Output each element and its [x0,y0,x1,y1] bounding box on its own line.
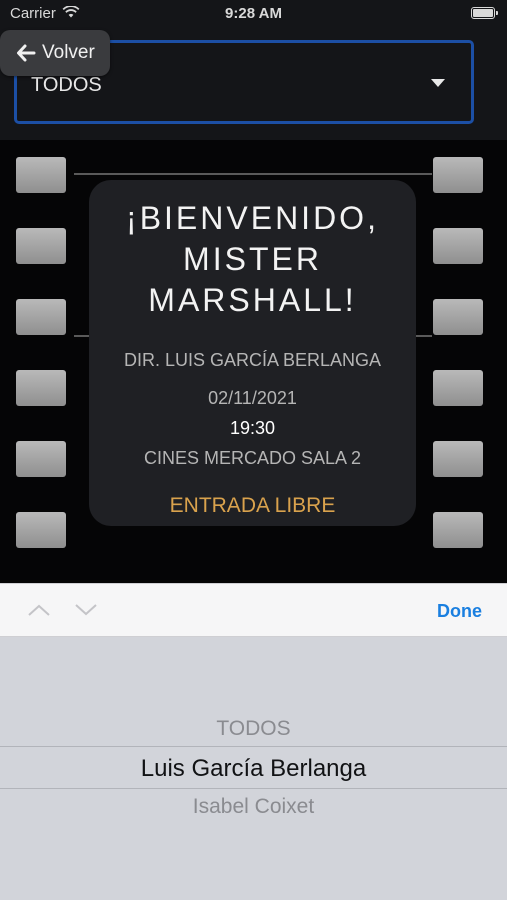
film-perforation [433,441,483,477]
event-time: 19:30 [229,418,276,438]
film-perforation [433,228,483,264]
film-perforation [433,512,483,548]
picker-option-selected[interactable]: Luis García Berlanga [0,755,507,783]
film-perforation [16,441,66,477]
event-card[interactable]: ¡BIENVENIDO, MISTER MARSHALL! DIR. LUIS … [89,180,416,526]
film-perforation [16,370,66,406]
film-perforation [16,299,66,335]
picker-toolbar: Done [0,583,507,637]
event-title-line: MARSHALL! [148,282,357,318]
event-venue: CINES MERCADO SALA 2 [143,448,362,468]
caret-down-icon [431,79,445,87]
event-date: 02/11/2021 [208,388,297,408]
status-bar: Carrier 9:28 AM [0,0,507,28]
film-perforation [433,299,483,335]
event-price: ENTRADA LIBRE [169,494,336,517]
back-button[interactable]: Volver [0,30,110,76]
done-button[interactable]: Done [437,601,482,622]
arrow-left-icon [17,44,36,62]
film-strip-background: ¡BIENVENIDO, MISTER MARSHALL! DIR. LUIS … [0,140,507,583]
back-button-label: Volver [42,42,95,63]
dropdown-selected-value: TODOS [31,74,102,96]
film-perforation [433,370,483,406]
event-title-line: MISTER [183,241,322,277]
picker-option[interactable]: Isabel Coixet [0,795,507,819]
status-time: 9:28 AM [225,5,282,22]
picker-option[interactable]: TODOS [0,717,507,741]
event-title: ¡BIENVENIDO, MISTER MARSHALL! [89,198,416,321]
director-picker[interactable]: TODOS Luis García Berlanga Isabel Coixet [0,637,507,900]
film-frame-divider [74,173,432,175]
chevron-up-icon[interactable] [27,602,51,618]
film-perforation [433,157,483,193]
film-perforation [16,512,66,548]
event-director: DIR. LUIS GARCÍA BERLANGA [123,350,382,370]
chevron-down-icon[interactable] [74,602,98,618]
film-perforation [16,228,66,264]
film-perforation [16,157,66,193]
event-title-line: ¡BIENVENIDO, [126,200,379,236]
battery-icon [471,7,498,19]
